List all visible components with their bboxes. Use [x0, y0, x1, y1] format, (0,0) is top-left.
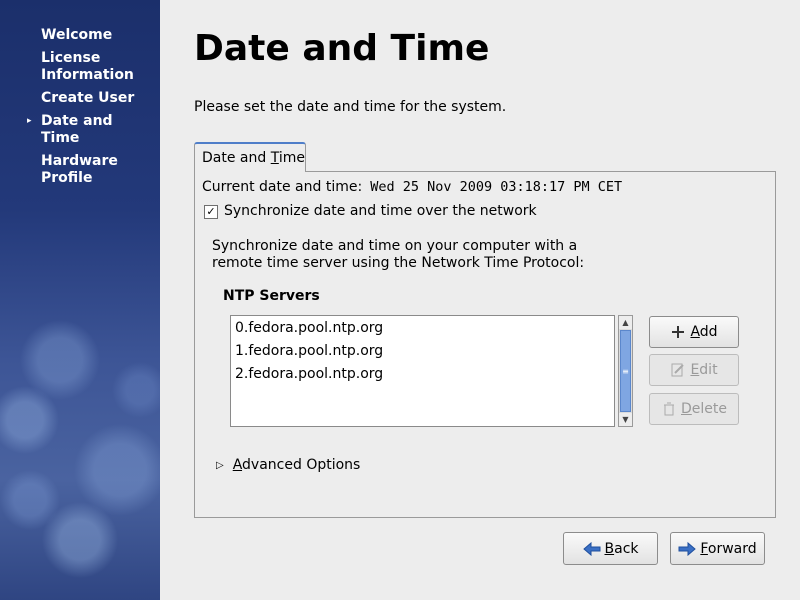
forward-button[interactable]: Forward: [670, 532, 765, 565]
advanced-options-label: Advanced Options: [232, 457, 361, 473]
scroll-down-icon[interactable]: ▼: [619, 413, 632, 426]
add-label: Add: [690, 324, 718, 340]
sidebar-item-create-user: Create User: [41, 90, 135, 106]
forward-label: Forward: [700, 540, 757, 557]
ntp-servers-heading: NTP Servers: [223, 288, 320, 304]
scroll-up-icon[interactable]: ▲: [619, 316, 632, 329]
ntp-server-list[interactable]: 0.fedora.pool.ntp.org 1.fedora.pool.ntp.…: [230, 315, 615, 427]
advanced-options-expander[interactable]: ▷ Advanced Options: [216, 457, 360, 473]
page-subtitle: Please set the date and time for the sys…: [194, 99, 507, 115]
expander-arrow-icon: ▷: [216, 459, 224, 471]
list-item[interactable]: 0.fedora.pool.ntp.org: [235, 320, 383, 336]
current-step-arrow-icon: ▸: [27, 116, 32, 126]
current-date-time-value: Wed 25 Nov 2009 03:18:17 PM CET: [370, 179, 623, 195]
delete-server-button[interactable]: Delete: [649, 393, 739, 425]
scrollbar-thumb[interactable]: ≡: [620, 330, 631, 412]
sync-checkbox[interactable]: ✓: [204, 205, 218, 219]
tab-label-pre: Date and: [202, 150, 271, 166]
ntp-description-line-2: remote time server using the Network Tim…: [212, 255, 585, 271]
ntp-list-scrollbar[interactable]: ▲ ≡ ▼: [618, 315, 633, 427]
sidebar-item-hardware-profile: Hardware Profile: [41, 153, 118, 186]
current-date-time: Current date and time: Wed 25 Nov 2009 03…: [202, 179, 622, 195]
back-label: Back: [604, 540, 639, 557]
tab-label-post: ime: [278, 150, 305, 166]
add-icon: [672, 326, 685, 338]
page-title: Date and Time: [194, 28, 490, 69]
add-server-button[interactable]: Add: [649, 316, 739, 348]
delete-label: Delete: [681, 401, 727, 417]
list-item[interactable]: 1.fedora.pool.ntp.org: [235, 343, 383, 359]
sidebar-item-date-time: ▸ Date and Time: [27, 113, 113, 146]
edit-server-button[interactable]: Edit: [649, 354, 739, 386]
sync-checkbox-label[interactable]: Synchronize date and time over the netwo…: [224, 203, 537, 219]
sidebar: Welcome License Information Create User …: [0, 0, 160, 600]
edit-icon: [671, 363, 685, 377]
back-button[interactable]: Back: [563, 532, 658, 565]
tab-label-mnemonic: T: [270, 150, 279, 166]
arrow-right-icon: [678, 541, 697, 556]
current-date-time-label: Current date and time:: [202, 179, 363, 195]
trash-icon: [664, 402, 674, 416]
edit-label: Edit: [690, 362, 718, 378]
ntp-description-line-1: Synchronize date and time on your comput…: [212, 238, 578, 254]
sidebar-item-welcome: Welcome: [41, 27, 113, 43]
list-item[interactable]: 2.fedora.pool.ntp.org: [235, 366, 383, 382]
tab-date-and-time[interactable]: Date and Time: [194, 142, 306, 172]
sidebar-item-license: License Information: [41, 50, 134, 83]
ntp-description: Synchronize date and time on your comput…: [212, 238, 612, 272]
arrow-left-icon: [582, 541, 600, 556]
